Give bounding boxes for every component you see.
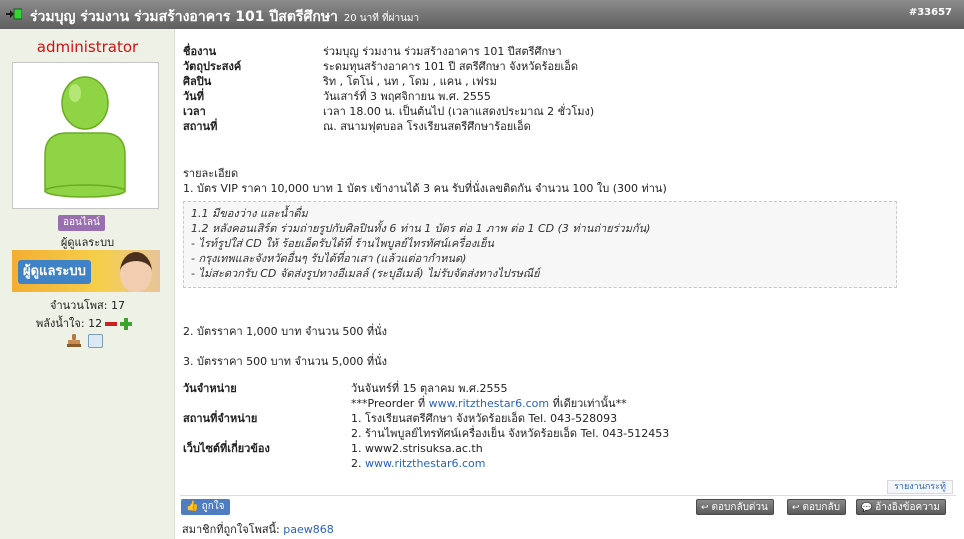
info-value: ระดมทุนสร้างอาคาร 101 ปี สตรีศึกษา จังหว… <box>323 60 579 73</box>
quote-line: 1.2 หลังคอนเสิร์ต ร่วมถ่ายรูปกับศิลปินทั… <box>191 222 651 235</box>
website-2-prefix: 2. <box>351 457 362 470</box>
message-icon[interactable] <box>88 334 103 348</box>
sale-place-2: 2. ร้านไพบูลย์ไทรทัศน์เครื่องเย็น จังหวั… <box>351 427 670 440</box>
sale-place-label: สถานที่จำหน่าย <box>183 412 258 425</box>
rank-banner-face <box>120 252 152 292</box>
reply-arrow-icon: ↩ <box>701 503 709 513</box>
post-divider <box>180 495 956 496</box>
online-badge: ออนไลน์ <box>58 215 105 231</box>
online-status-icon <box>6 8 22 20</box>
rank-banner-text: ผู้ดูแลระบบ <box>18 260 91 284</box>
speech-bubble-icon: 💬 <box>861 503 873 513</box>
vip-benefits-quote: 1.1 มีของว่าง และน้ำดื่ม 1.2 หลังคอนเสิร… <box>183 201 897 288</box>
quote-label: อ้างอิงข้อความ <box>875 502 940 513</box>
info-value: ร่วมบุญ ร่วมงาน ร่วมสร้างอาคาร 101 ปีสตร… <box>323 45 562 58</box>
preorder-prefix: ***Preorder ที่ <box>351 397 426 410</box>
post-header-bar: ร่วมบุญ ร่วมงาน ร่วมสร้างอาคาร 101 ปีสตร… <box>0 0 964 29</box>
author-role: ผู้ดูแลระบบ <box>60 236 115 249</box>
info-row: สถานที่ ณ. สนามฟุตบอล โรงเรียนสตรีศึกษาร้… <box>183 119 594 134</box>
rank-banner: ผู้ดูแลระบบ <box>12 250 160 292</box>
info-row: วัตถุประสงค์ ระดมทุนสร้างอาคาร 101 ปี สตร… <box>183 59 594 74</box>
quote-line: 1.1 มีของว่าง และน้ำดื่ม <box>191 207 308 220</box>
preorder-link[interactable]: www.ritzthestar6.com <box>429 397 550 410</box>
post-time: 20 นาที ที่ผ่านมา <box>343 13 420 24</box>
info-row: ศิลปิน ริท , โตโน่ , นท , โดม , แคน , เฟร… <box>183 74 594 89</box>
event-info: ชื่องาน ร่วมบุญ ร่วมงาน ร่วมสร้างอาคาร 10… <box>183 44 594 134</box>
info-row: ชื่องาน ร่วมบุญ ร่วมงาน ร่วมสร้างอาคาร 10… <box>183 44 594 59</box>
info-value: ริท , โตโน่ , นท , โดม , แคน , เฟรม <box>323 75 497 88</box>
goodwill-label: พลังน้ำใจ: 12 <box>36 317 103 330</box>
stamp-icon[interactable] <box>67 334 81 348</box>
quote-line: - กรุงเทพและจังหวัดอื่นๆ รับได้ที่อาเสา … <box>191 252 467 265</box>
info-value: ณ. สนามฟุตบอล โรงเรียนสตรีศึกษาร้อยเอ็ด <box>323 120 531 133</box>
sale-date-value: วันจันทร์ที่ 15 ตุลาคม พ.ศ.2555 <box>351 382 508 395</box>
reply-arrow-icon: ↩ <box>792 503 800 513</box>
post-content: ชื่องาน ร่วมบุญ ร่วมงาน ร่วมสร้างอาคาร 10… <box>176 29 964 539</box>
quote-button[interactable]: 💬 อ้างอิงข้อความ <box>856 499 946 515</box>
plus-icon[interactable] <box>120 318 133 330</box>
quick-reply-button[interactable]: ↩ ตอบกลับด่วน <box>696 499 774 515</box>
minus-icon[interactable] <box>105 322 118 326</box>
website-label: เว็บไซต์ที่เกี่ยวข้อง <box>183 442 270 455</box>
ticket-tier-2: 2. บัตรราคา 1,000 บาท จำนวน 500 ที่นั่ง <box>183 325 388 338</box>
info-value: เวลา 18.00 น. เป็นต้นไป (เวลาแสดงประมาณ … <box>323 105 595 118</box>
preorder-suffix: ที่เดียวเท่านั้น** <box>552 397 627 410</box>
author-username[interactable]: administrator <box>0 38 175 56</box>
likers-prefix: สมาชิกที่ถูกใจโพสนี้: <box>182 523 280 536</box>
quote-line: - ไรท์รูปใส่ CD ให้ ร้อยเอ็ดรับได้ที่ ร้… <box>191 237 494 250</box>
sale-place-1: 1. โรงเรียนสตรีศึกษา จังหวัดร้อยเอ็ด Tel… <box>351 412 618 425</box>
quick-reply-label: ตอบกลับด่วน <box>711 502 768 513</box>
quote-line: - ไม่สะดวกรับ CD จัดส่งรูปทางอีเมลล์ (ระ… <box>191 267 540 280</box>
reply-label: ตอบกลับ <box>802 502 840 513</box>
default-user-icon <box>44 76 126 198</box>
info-label: วันที่ <box>183 90 204 103</box>
post-count: จำนวนโพส: 17 <box>50 299 125 312</box>
ticket-tier-vip: 1. บัตร VIP ราคา 10,000 บาท 1 บัตร เข้าง… <box>183 182 667 195</box>
liker-user-link[interactable]: paew868 <box>283 523 333 536</box>
like-label: ถูกใจ <box>201 501 225 512</box>
info-value: วันเสาร์ที่ 3 พฤศจิกายน พ.ศ. 2555 <box>323 90 491 103</box>
details-heading: รายละเอียด <box>183 167 239 180</box>
info-label: วัตถุประสงค์ <box>183 60 242 73</box>
info-row: วันที่ วันเสาร์ที่ 3 พฤศจิกายน พ.ศ. 2555 <box>183 89 594 104</box>
sale-date-label: วันจำหน่าย <box>183 382 237 395</box>
info-label: สถานที่ <box>183 120 218 133</box>
details-section: รายละเอียด 1. บัตร VIP ราคา 10,000 บาท 1… <box>183 166 667 196</box>
post-title-text: ร่วมบุญ ร่วมงาน ร่วมสร้างอาคาร 101 ปีสตร… <box>30 9 338 25</box>
post-title: ร่วมบุญ ร่วมงาน ร่วมสร้างอาคาร 101 ปีสตร… <box>30 6 419 28</box>
website-1: 1. www2.strisuksa.ac.th <box>351 442 483 455</box>
report-post-link[interactable]: รายงานกระทู้ <box>887 480 953 494</box>
goodwill-points: พลังน้ำใจ: 12 <box>36 314 133 332</box>
author-sidebar: administrator ออนไลน์ ผู้ดูแลระบบ ผู้ดูแ… <box>0 29 175 539</box>
website-2: 2. www.ritzthestar6.com <box>351 456 486 471</box>
info-label: ชื่องาน <box>183 45 217 58</box>
website-2-link[interactable]: www.ritzthestar6.com <box>365 457 486 470</box>
thumbs-up-icon: 👍 <box>186 501 199 512</box>
avatar[interactable] <box>12 62 159 209</box>
ticket-tier-3: 3. บัตรราคา 500 บาท จำนวน 5,000 ที่นั่ง <box>183 355 388 368</box>
info-row: เวลา เวลา 18.00 น. เป็นต้นไป (เวลาแสดงประ… <box>183 104 594 119</box>
post-id-link[interactable]: #33657 <box>909 7 952 18</box>
likers-line: สมาชิกที่ถูกใจโพสนี้: paew868 <box>182 520 334 538</box>
like-button[interactable]: 👍 ถูกใจ <box>181 499 230 515</box>
info-label: ศิลปิน <box>183 75 212 88</box>
reply-button[interactable]: ↩ ตอบกลับ <box>787 499 846 515</box>
info-label: เวลา <box>183 105 206 118</box>
preorder-note: ***Preorder ที่ www.ritzthestar6.com ที่… <box>351 396 627 411</box>
